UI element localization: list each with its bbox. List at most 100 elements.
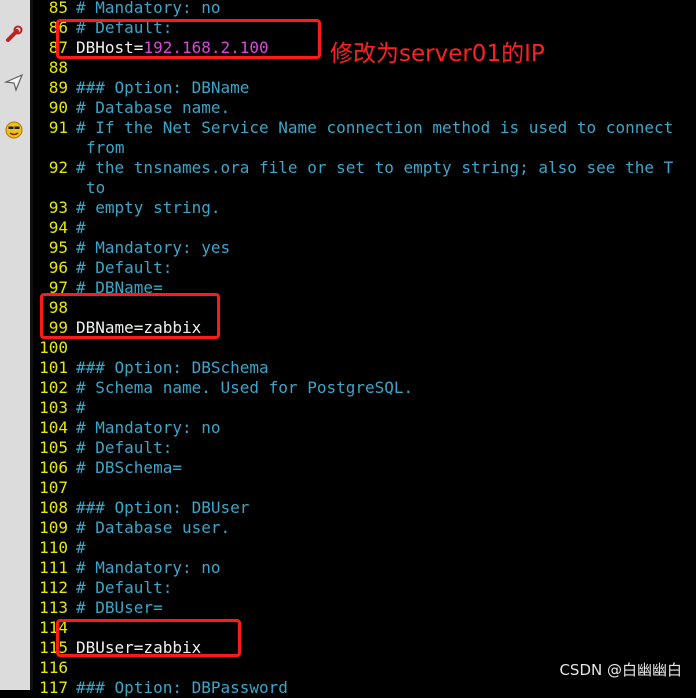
line-number: 85 bbox=[48, 0, 68, 17]
comment-text: # Mandatory: no bbox=[76, 558, 221, 577]
comment-text: # bbox=[76, 218, 86, 237]
comment-text: # DBSchema= bbox=[76, 458, 182, 477]
code-line: 96 # Default: bbox=[34, 258, 173, 278]
comment-text: ### Option: DBSchema bbox=[76, 358, 269, 377]
code-line: 109 # Database user. bbox=[34, 518, 230, 538]
comment-text: ### Option: DBPassword bbox=[76, 678, 288, 697]
line-number: 94 bbox=[48, 218, 68, 237]
line-number: 107 bbox=[39, 478, 68, 497]
line-content: # Default: bbox=[76, 258, 172, 278]
line-number: 101 bbox=[39, 358, 68, 377]
code-line: 86 # Default: bbox=[34, 18, 173, 38]
comment-text: # Default: bbox=[76, 18, 173, 37]
line-number: 103 bbox=[39, 398, 68, 417]
code-line: 94 # bbox=[34, 218, 86, 238]
line-content: DBUser=zabbix bbox=[76, 638, 201, 658]
line-number: 86 bbox=[48, 18, 68, 37]
code-line: 115 DBUser=zabbix bbox=[34, 638, 201, 658]
comment-text: # bbox=[76, 398, 86, 417]
code-line: 107 bbox=[34, 478, 68, 498]
line-number: 112 bbox=[39, 578, 68, 597]
code-line: 104 # Mandatory: no bbox=[34, 418, 220, 438]
line-content: # Default: bbox=[76, 18, 172, 38]
comment-text: ### Option: DBName bbox=[76, 78, 250, 97]
comment-text: from bbox=[86, 138, 125, 157]
annotation-text: 修改为server01的IP bbox=[330, 41, 545, 67]
sidebar-divider bbox=[30, 0, 33, 690]
line-content: # Mandatory: yes bbox=[76, 238, 230, 258]
code-line: 102 # Schema name. Used for PostgreSQL. bbox=[34, 378, 413, 398]
code-line: 90 # Database name. bbox=[34, 98, 230, 118]
code-line-wrap: to bbox=[34, 178, 105, 198]
line-content: # bbox=[76, 218, 86, 238]
code-line: 88 bbox=[34, 58, 68, 78]
line-content: # Default: bbox=[76, 438, 172, 458]
line-content: # Mandatory: no bbox=[76, 0, 221, 18]
code-line: 89 ### Option: DBName bbox=[34, 78, 250, 98]
line-content: # DBName= bbox=[76, 278, 163, 298]
code-line: 108 ### Option: DBUser bbox=[34, 498, 249, 518]
line-content: # Default: bbox=[76, 578, 172, 598]
line-content: ### Option: DBUser bbox=[76, 498, 249, 518]
code-line: 87 DBHost=192.168.2.100 bbox=[34, 38, 269, 58]
code-line-wrap: from bbox=[34, 138, 125, 158]
line-content: # Mandatory: no bbox=[76, 558, 221, 578]
config-text: DBName=zabbix bbox=[76, 318, 202, 337]
line-number: 102 bbox=[39, 378, 68, 397]
line-content: # Database name. bbox=[76, 98, 230, 118]
line-number: 113 bbox=[39, 598, 68, 617]
paper-plane-icon[interactable] bbox=[2, 68, 26, 96]
line-number: 110 bbox=[39, 538, 68, 557]
line-content: ### Option: DBName bbox=[76, 78, 249, 98]
line-content: ### Option: DBPassword bbox=[76, 678, 288, 698]
code-line: 91 # If the Net Service Name connection m… bbox=[34, 118, 674, 138]
line-content: from bbox=[86, 138, 125, 158]
line-content: # bbox=[76, 538, 86, 558]
code-line: 112 # Default: bbox=[34, 578, 172, 598]
line-number: 90 bbox=[48, 98, 68, 117]
line-number: 108 bbox=[39, 498, 68, 517]
comment-text: # Mandatory: no bbox=[76, 418, 221, 437]
watermark: CSDN @白幽幽白 bbox=[559, 661, 682, 679]
code-line: 92 # the tnsnames.ora file or set to empt… bbox=[34, 158, 674, 178]
line-content: # Database user. bbox=[76, 518, 230, 538]
code-line: 101 ### Option: DBSchema bbox=[34, 358, 269, 378]
code-line: 110 # bbox=[34, 538, 86, 558]
code-line: 98 bbox=[34, 298, 68, 318]
line-content: # Schema name. Used for PostgreSQL. bbox=[76, 378, 413, 398]
line-number: 116 bbox=[39, 658, 68, 677]
comment-text: # bbox=[76, 538, 86, 557]
smiley-icon[interactable] bbox=[2, 116, 26, 144]
line-number: 93 bbox=[48, 198, 68, 217]
line-number: 114 bbox=[39, 618, 68, 637]
code-line: 106 # DBSchema= bbox=[34, 458, 182, 478]
line-number: 97 bbox=[48, 278, 68, 297]
terminal-editor[interactable]: 85 # Mandatory: no 86 # Default: 87 DBHost=19… bbox=[34, 0, 696, 697]
comment-text: # Schema name. Used for PostgreSQL. bbox=[76, 378, 414, 397]
comment-text: # Default: bbox=[76, 578, 173, 597]
comment-text: # Default: bbox=[76, 438, 173, 457]
line-number: 104 bbox=[39, 418, 68, 437]
config-value: 192.168.2.100 bbox=[143, 38, 269, 57]
code-line: 97 # DBName= bbox=[34, 278, 163, 298]
line-content: DBName=zabbix bbox=[76, 318, 201, 338]
comment-text: # Mandatory: yes bbox=[76, 238, 231, 257]
line-number: 87 bbox=[48, 38, 68, 57]
line-number: 98 bbox=[48, 298, 68, 317]
config-text: DBHost= bbox=[76, 38, 144, 57]
code-line: 105 # Default: bbox=[34, 438, 172, 458]
line-number: 106 bbox=[39, 458, 68, 477]
line-number: 111 bbox=[39, 558, 68, 577]
line-content: # Mandatory: no bbox=[76, 418, 221, 438]
line-number: 92 bbox=[48, 158, 68, 177]
line-content: # DBSchema= bbox=[76, 458, 182, 478]
line-number: 88 bbox=[48, 58, 68, 77]
comment-text: # Mandatory: no bbox=[76, 0, 221, 17]
line-number: 115 bbox=[39, 638, 68, 657]
line-content: # If the Net Service Name connection met… bbox=[76, 118, 673, 138]
line-number: 109 bbox=[39, 518, 68, 537]
comment-text: to bbox=[86, 178, 106, 197]
code-line: 111 # Mandatory: no bbox=[34, 558, 220, 578]
wrench-icon[interactable] bbox=[2, 20, 26, 48]
comment-text: # DBName= bbox=[76, 278, 163, 297]
